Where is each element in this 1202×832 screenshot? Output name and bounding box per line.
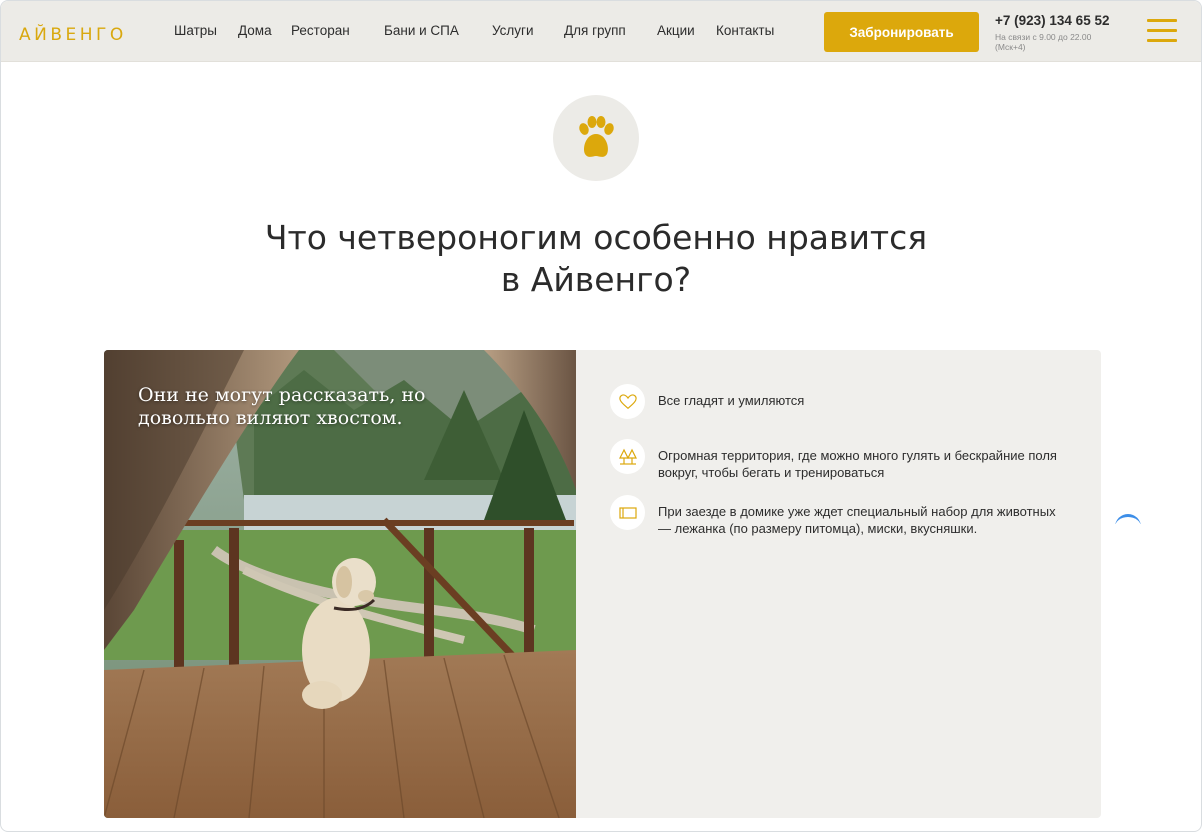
feature-text: При заезде в домике уже ждет специальный…: [658, 504, 1056, 536]
heart-icon: [610, 384, 645, 419]
nav-item-groups[interactable]: Для групп: [564, 23, 626, 38]
pets-card: Они не могут рассказать, но довольно вил…: [104, 350, 1101, 818]
dog-photo: Они не могут рассказать, но довольно вил…: [104, 350, 576, 818]
working-hours: На связи с 9.00 до 22.00 (Мск+4): [995, 32, 1092, 52]
page: АЙВЕНГО Шатры Дома Ресторан Бани и СПА У…: [0, 0, 1202, 832]
bed-icon: [610, 495, 645, 530]
nav-item-spa[interactable]: Бани и СПА: [384, 23, 459, 38]
feature-text: Все гладят и умиляются: [658, 393, 805, 408]
chat-widget-icon[interactable]: [1115, 514, 1141, 524]
phone-number[interactable]: +7 (923) 134 65 52: [995, 13, 1109, 28]
nav-item-tents[interactable]: Шатры: [174, 23, 217, 38]
paw-icon: [579, 116, 614, 157]
nav-item-contacts[interactable]: Контакты: [716, 23, 774, 38]
feature-text: Огромная территория, где можно много гул…: [658, 448, 1057, 480]
nav-item-promotions[interactable]: Акции: [657, 23, 695, 38]
section-title: Что четвероногим особенно нравится в Айв…: [264, 218, 928, 299]
nav-item-restaurant[interactable]: Ресторан: [291, 23, 350, 38]
photo-quote: Они не могут рассказать, но довольно вил…: [138, 384, 426, 429]
site-header: АЙВЕНГО Шатры Дома Ресторан Бани и СПА У…: [1, 1, 1201, 62]
trees-icon: [610, 439, 645, 474]
nav-item-houses[interactable]: Дома: [238, 23, 272, 38]
nav-item-services[interactable]: Услуги: [492, 23, 534, 38]
paw-badge: [553, 95, 639, 181]
logo[interactable]: АЙВЕНГО: [19, 25, 127, 45]
hamburger-menu-icon[interactable]: [1147, 19, 1177, 43]
book-button[interactable]: Забронировать: [824, 12, 979, 52]
